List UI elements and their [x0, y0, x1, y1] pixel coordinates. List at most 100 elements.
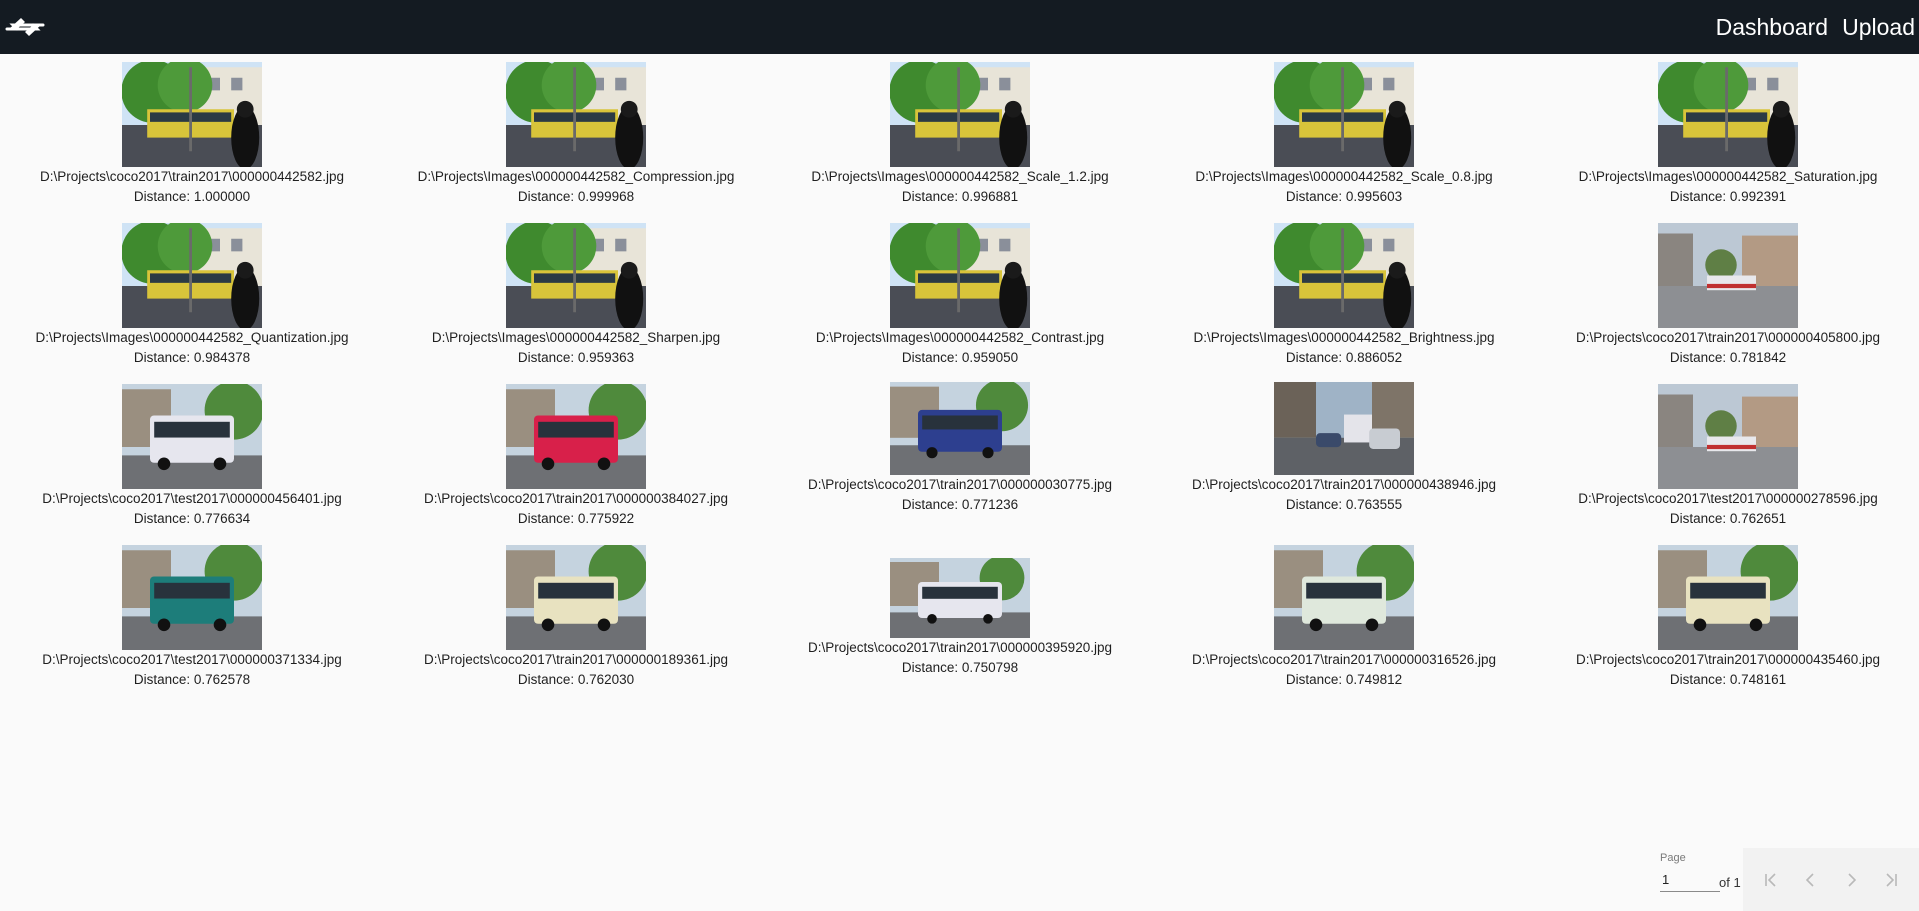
page-label: Page	[1660, 852, 1686, 864]
result-card: D:\Projects\coco2017\train2017\000000438…	[1152, 376, 1536, 537]
result-caption: D:\Projects\coco2017\test2017\0000002785…	[1536, 489, 1919, 529]
result-distance: Distance: 0.959363	[517, 350, 635, 365]
result-thumbnail[interactable]	[506, 62, 646, 167]
result-distance: Distance: 0.776634	[133, 511, 251, 526]
result-caption: D:\Projects\coco2017\train2017\000000030…	[768, 475, 1152, 515]
result-thumbnail[interactable]	[1274, 382, 1414, 475]
result-path: D:\Projects\Images\000000442582_Sharpen.…	[431, 330, 721, 345]
last-page-button[interactable]	[1876, 865, 1906, 895]
result-distance: Distance: 0.992391	[1669, 189, 1787, 204]
app-logo[interactable]	[2, 4, 48, 50]
result-card: D:\Projects\coco2017\train2017\000000442…	[0, 54, 384, 215]
first-page-button[interactable]	[1756, 865, 1786, 895]
result-caption: D:\Projects\coco2017\train2017\000000405…	[1536, 328, 1919, 368]
result-thumbnail[interactable]	[506, 223, 646, 328]
result-distance: Distance: 0.771236	[901, 497, 1019, 512]
result-distance: Distance: 0.750798	[901, 660, 1019, 675]
result-card: D:\Projects\Images\000000442582_Quantiza…	[0, 215, 384, 376]
result-thumbnail[interactable]	[1658, 62, 1798, 167]
result-thumbnail[interactable]	[1274, 62, 1414, 167]
main-nav: Dashboard Upload	[1712, 0, 1919, 54]
result-card: D:\Projects\Images\000000442582_Contrast…	[768, 215, 1152, 376]
result-caption: D:\Projects\coco2017\test2017\0000003713…	[0, 650, 384, 690]
result-card: D:\Projects\coco2017\train2017\000000405…	[1536, 215, 1919, 376]
result-path: D:\Projects\coco2017\train2017\000000438…	[1192, 477, 1496, 492]
result-path: D:\Projects\Images\000000442582_Saturati…	[1578, 169, 1878, 184]
result-thumbnail[interactable]	[506, 545, 646, 650]
result-distance: Distance: 0.762578	[133, 672, 251, 687]
result-distance: Distance: 0.749812	[1285, 672, 1403, 687]
result-path: D:\Projects\coco2017\test2017\0000004564…	[42, 491, 342, 506]
result-thumbnail[interactable]	[122, 62, 262, 167]
result-card: D:\Projects\coco2017\train2017\000000384…	[384, 376, 768, 537]
result-thumbnail[interactable]	[122, 384, 262, 489]
result-path: D:\Projects\coco2017\train2017\000000405…	[1576, 330, 1880, 345]
result-thumbnail[interactable]	[890, 558, 1030, 638]
result-thumbnail[interactable]	[890, 223, 1030, 328]
result-path: D:\Projects\Images\000000442582_Brightne…	[1193, 330, 1495, 345]
result-caption: D:\Projects\coco2017\train2017\000000316…	[1152, 650, 1536, 690]
pagination: Page of 1	[1658, 848, 1919, 911]
result-distance: Distance: 0.959050	[901, 350, 1019, 365]
result-thumbnail[interactable]	[890, 382, 1030, 475]
result-caption: D:\Projects\Images\000000442582_Scale_0.…	[1152, 167, 1536, 207]
result-thumbnail[interactable]	[1274, 223, 1414, 328]
result-card: D:\Projects\Images\000000442582_Saturati…	[1536, 54, 1919, 215]
result-path: D:\Projects\coco2017\train2017\000000384…	[424, 491, 728, 506]
next-page-button[interactable]	[1836, 865, 1866, 895]
results-row: D:\Projects\coco2017\test2017\0000003713…	[0, 537, 1919, 698]
result-distance: Distance: 0.763555	[1285, 497, 1403, 512]
result-thumbnail[interactable]	[122, 545, 262, 650]
chevron-left-icon	[1805, 872, 1814, 887]
result-caption: D:\Projects\coco2017\train2017\000000438…	[1152, 475, 1536, 515]
result-path: D:\Projects\coco2017\train2017\000000395…	[808, 640, 1112, 655]
result-distance: Distance: 0.781842	[1669, 350, 1787, 365]
results-row: D:\Projects\Images\000000442582_Quantiza…	[0, 215, 1919, 376]
result-path: D:\Projects\Images\000000442582_Compress…	[417, 169, 735, 184]
result-thumbnail[interactable]	[1658, 545, 1798, 650]
result-card: D:\Projects\Images\000000442582_Compress…	[384, 54, 768, 215]
result-path: D:\Projects\Images\000000442582_Contrast…	[815, 330, 1105, 345]
results-grid: D:\Projects\coco2017\train2017\000000442…	[0, 54, 1919, 698]
result-path: D:\Projects\coco2017\train2017\000000030…	[808, 477, 1112, 492]
result-caption: D:\Projects\coco2017\train2017\000000395…	[768, 638, 1152, 678]
result-path: D:\Projects\coco2017\train2017\000000442…	[40, 169, 344, 184]
prev-page-button[interactable]	[1796, 865, 1826, 895]
result-caption: D:\Projects\coco2017\train2017\000000435…	[1536, 650, 1919, 690]
result-distance: Distance: 1.000000	[133, 189, 251, 204]
result-caption: D:\Projects\Images\000000442582_Quantiza…	[0, 328, 384, 368]
nav-dashboard[interactable]: Dashboard	[1712, 0, 1833, 54]
result-thumbnail[interactable]	[506, 384, 646, 489]
result-thumbnail[interactable]	[890, 62, 1030, 167]
result-card: D:\Projects\coco2017\train2017\000000395…	[768, 537, 1152, 698]
result-caption: D:\Projects\Images\000000442582_Brightne…	[1152, 328, 1536, 368]
result-card: D:\Projects\Images\000000442582_Scale_1.…	[768, 54, 1152, 215]
result-thumbnail[interactable]	[1658, 384, 1798, 489]
result-card: D:\Projects\Images\000000442582_Sharpen.…	[384, 215, 768, 376]
result-distance: Distance: 0.996881	[901, 189, 1019, 204]
result-distance: Distance: 0.762651	[1669, 511, 1787, 526]
pager-buttons	[1743, 848, 1919, 911]
results-row: D:\Projects\coco2017\train2017\000000442…	[0, 54, 1919, 215]
logo-icon	[5, 18, 45, 36]
page-input[interactable]	[1660, 868, 1720, 892]
result-card: D:\Projects\coco2017\train2017\000000435…	[1536, 537, 1919, 698]
chevron-right-icon	[1848, 872, 1857, 887]
result-thumbnail[interactable]	[1274, 545, 1414, 650]
result-distance: Distance: 0.748161	[1669, 672, 1787, 687]
result-card: D:\Projects\coco2017\test2017\0000002785…	[1536, 376, 1919, 537]
result-caption: D:\Projects\Images\000000442582_Scale_1.…	[768, 167, 1152, 207]
result-distance: Distance: 0.995603	[1285, 189, 1403, 204]
first-page-icon	[1765, 872, 1776, 887]
result-distance: Distance: 0.775922	[517, 511, 635, 526]
result-distance: Distance: 0.999968	[517, 189, 635, 204]
nav-upload[interactable]: Upload	[1838, 0, 1919, 54]
result-path: D:\Projects\coco2017\train2017\000000189…	[424, 652, 728, 667]
top-app-bar: Dashboard Upload	[0, 0, 1919, 54]
result-thumbnail[interactable]	[122, 223, 262, 328]
results-row: D:\Projects\coco2017\test2017\0000004564…	[0, 376, 1919, 537]
result-card: D:\Projects\coco2017\test2017\0000003713…	[0, 537, 384, 698]
result-path: D:\Projects\coco2017\train2017\000000316…	[1192, 652, 1496, 667]
result-thumbnail[interactable]	[1658, 223, 1798, 328]
result-card: D:\Projects\Images\000000442582_Brightne…	[1152, 215, 1536, 376]
